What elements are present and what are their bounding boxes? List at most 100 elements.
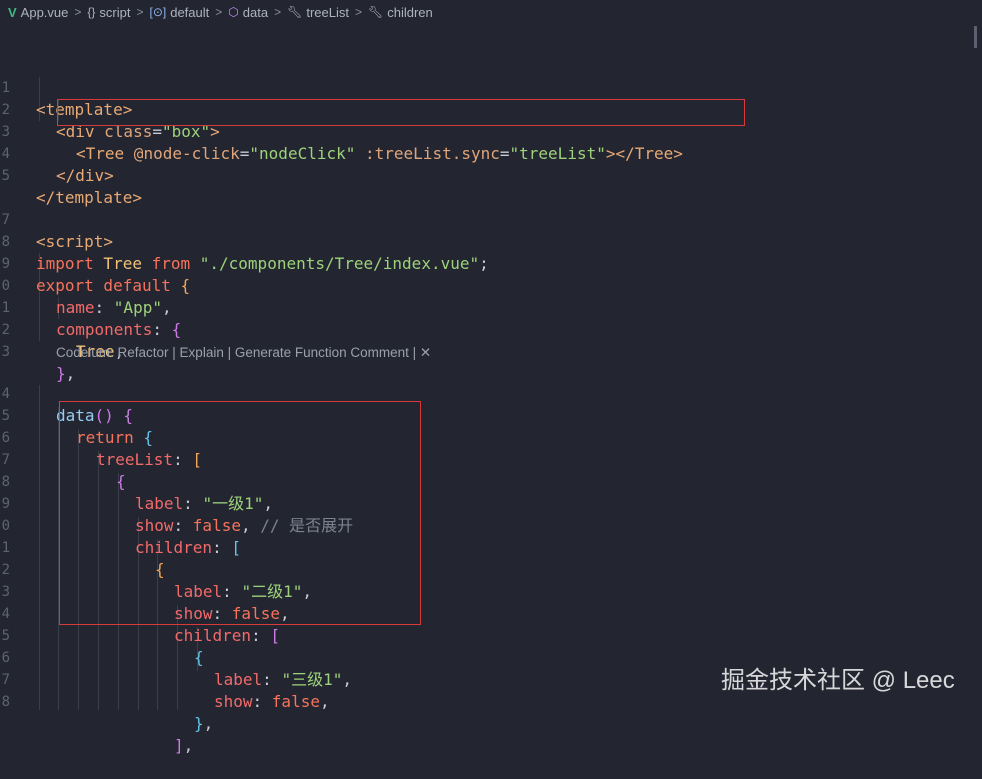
code-token: , bbox=[319, 692, 330, 711]
code-editor[interactable]: 1 <template> 2 <div class="box"> 3 <Tree… bbox=[0, 55, 982, 755]
code-token: import bbox=[36, 254, 94, 273]
code-token: components bbox=[56, 320, 153, 339]
code-line[interactable]: 7 { bbox=[0, 427, 126, 491]
code-line[interactable]: 8 }, bbox=[0, 669, 214, 733]
code-line[interactable]: 5 return { bbox=[0, 383, 154, 447]
code-token: ; bbox=[479, 254, 489, 273]
code-token: "三级1" bbox=[281, 670, 343, 689]
breadcrumb-script-label: script bbox=[99, 4, 131, 20]
code-token: <script> bbox=[36, 232, 114, 251]
code-token: , bbox=[161, 298, 172, 317]
codeium-codelens[interactable]: Codeium: Refactor | Explain | Generate F… bbox=[56, 343, 431, 363]
code-token: : bbox=[251, 626, 271, 645]
code-line[interactable]: 3 }, bbox=[0, 319, 76, 383]
code-token: { bbox=[171, 320, 182, 339]
code-line[interactable]: 9 export default { bbox=[0, 231, 191, 295]
line-number: 5 bbox=[1, 168, 10, 184]
line-number: 3 bbox=[1, 344, 10, 360]
code-line[interactable]: 0 children: [ bbox=[0, 493, 241, 557]
code-line[interactable]: 4 data() { bbox=[0, 361, 134, 425]
highlight-box-treelist-data bbox=[59, 401, 421, 625]
code-token: show bbox=[214, 692, 253, 711]
breadcrumb-treelist[interactable]: 🔧︎ treeList bbox=[287, 5, 349, 20]
code-token: Tree bbox=[93, 254, 152, 273]
code-line[interactable]: 1 { bbox=[0, 515, 165, 579]
breadcrumb-default[interactable]: [⊙] default bbox=[149, 5, 209, 20]
watermark-text: 掘金技术社区 @ Leec bbox=[721, 667, 955, 694]
code-line[interactable]: 9 show: false, // 是否展开 bbox=[0, 471, 354, 535]
chevron-right-icon: > bbox=[354, 5, 362, 19]
code-token: } bbox=[194, 714, 204, 733]
code-line[interactable]: 1 <template> bbox=[0, 55, 133, 119]
breadcrumb-file[interactable]: V App.vue bbox=[0, 5, 68, 20]
code-token: children bbox=[174, 626, 252, 645]
highlight-box-tree-component bbox=[57, 99, 745, 126]
code-token: label bbox=[214, 670, 263, 689]
code-token: : bbox=[262, 670, 282, 689]
code-line[interactable]: 8 import Tree from "./components/Tree/in… bbox=[0, 209, 489, 273]
code-token: , bbox=[342, 670, 352, 689]
code-token: : bbox=[94, 298, 114, 317]
braces-icon: {} bbox=[87, 5, 96, 19]
code-token: = bbox=[499, 144, 510, 163]
wrench-property-icon: 🔧︎ bbox=[367, 5, 384, 19]
code-line[interactable]: 6 treeList: [ bbox=[0, 405, 202, 469]
code-token: </div> bbox=[56, 166, 114, 185]
code-token: </template> bbox=[36, 188, 142, 207]
code-token: , bbox=[203, 714, 214, 733]
variable-icon: [⊙] bbox=[149, 5, 167, 19]
code-token: : bbox=[152, 320, 172, 339]
code-line[interactable]: 2 <div class="box"> bbox=[0, 77, 220, 141]
code-line[interactable]: 0 name: "App", bbox=[0, 253, 172, 317]
code-line[interactable]: 2 label: "二级1", bbox=[0, 537, 312, 601]
code-token: { bbox=[170, 276, 191, 295]
code-line[interactable]: 7 show: false, bbox=[0, 647, 330, 711]
code-token: from bbox=[151, 254, 191, 273]
code-line[interactable]: 2 Tree, bbox=[0, 297, 125, 361]
code-token: "nodeClick" bbox=[249, 144, 356, 163]
code-token: false bbox=[271, 692, 320, 711]
code-token: , bbox=[65, 364, 76, 383]
code-line[interactable]: 4 </div> bbox=[0, 121, 114, 185]
code-line[interactable]: 5 </template> bbox=[0, 143, 142, 207]
breadcrumb: V App.vue > {} script > [⊙] default > ⬡ … bbox=[0, 0, 982, 24]
code-token: : bbox=[252, 692, 272, 711]
code-line[interactable]: 3 <Tree @node-click="nodeClick" :treeLis… bbox=[0, 99, 683, 163]
code-token: "./components/Tree/index.vue" bbox=[190, 254, 480, 273]
code-line[interactable]: 8 label: "一级1", bbox=[0, 449, 273, 513]
chevron-right-icon: > bbox=[74, 5, 82, 19]
code-token: :treeList.sync bbox=[355, 144, 500, 163]
code-line[interactable]: 4 children: [ bbox=[0, 581, 280, 645]
code-line[interactable]: 7 <script> bbox=[0, 187, 114, 251]
code-line[interactable]: 5 { bbox=[0, 603, 204, 667]
code-token: ></Tree> bbox=[605, 144, 683, 163]
code-token: <Tree bbox=[76, 144, 125, 163]
code-line[interactable]: 1 components: { bbox=[0, 275, 182, 339]
code-token: { bbox=[194, 648, 204, 667]
vue-file-icon: V bbox=[8, 4, 17, 20]
chevron-right-icon: > bbox=[274, 5, 282, 19]
indent-guide bbox=[39, 385, 40, 710]
breadcrumb-data-label: data bbox=[242, 4, 269, 20]
chevron-right-icon: > bbox=[136, 5, 144, 19]
code-token: name bbox=[56, 298, 95, 317]
wrench-property-icon: 🔧︎ bbox=[287, 5, 303, 19]
code-token: = bbox=[239, 144, 250, 163]
code-line[interactable]: 6 label: "三级1", bbox=[0, 625, 352, 689]
cube-method-icon: ⬡ bbox=[228, 5, 239, 19]
breadcrumb-data[interactable]: ⬡ data bbox=[228, 5, 268, 20]
code-line[interactable]: 3 show: false, bbox=[0, 559, 290, 623]
scrollbar-thumb[interactable] bbox=[974, 26, 977, 48]
breadcrumb-file-label: App.vue bbox=[20, 4, 69, 20]
code-token: ] bbox=[174, 736, 184, 755]
code-token: export bbox=[36, 276, 94, 295]
code-token: , bbox=[183, 736, 194, 755]
code-token: "App" bbox=[113, 298, 162, 317]
breadcrumb-children[interactable]: 🔧︎ children bbox=[368, 5, 433, 20]
breadcrumb-script[interactable]: {} script bbox=[87, 5, 130, 20]
code-token: [ bbox=[270, 626, 280, 645]
code-token: @node-click bbox=[124, 144, 240, 163]
breadcrumb-default-label: default bbox=[170, 4, 210, 20]
code-token: } bbox=[56, 364, 66, 383]
chevron-right-icon: > bbox=[215, 5, 223, 19]
